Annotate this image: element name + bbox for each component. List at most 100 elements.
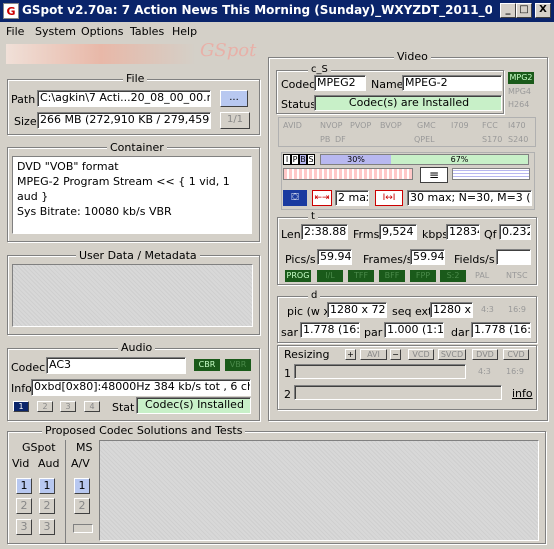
container-info: DVD "VOB" format MPEG-2 Program Stream <…	[12, 156, 252, 234]
pattern-icon: ≡	[420, 167, 448, 183]
resize-row1-field	[294, 364, 466, 379]
proposed-results-box	[99, 440, 539, 541]
gop-length-icon: I↔I	[375, 190, 403, 206]
b-ratio-bar: 30%	[321, 155, 391, 164]
pic-label: pic (w x	[287, 305, 330, 318]
resize-svcd-button[interactable]: SVCD	[438, 349, 466, 360]
menu-options[interactable]: Options	[81, 25, 123, 38]
resize-cvd-button[interactable]: CVD	[503, 349, 529, 360]
size-field: 266 MB (272,910 KB / 279,459,844	[37, 112, 211, 129]
app-icon[interactable]: G	[3, 3, 19, 19]
audio-track-1[interactable]: 1	[13, 401, 29, 412]
frame-pattern-bar	[283, 168, 413, 180]
fields-field	[496, 249, 531, 265]
row1-169-tag: 16:9	[506, 367, 524, 376]
d-legend: d	[308, 290, 321, 301]
tag-i470: I470	[508, 121, 526, 130]
video-codec-field: MPEG2	[314, 75, 366, 91]
path-field[interactable]: C:\agkin\7 Acti...20_08_00_00.mpg	[37, 90, 211, 107]
tff-tag: TFF	[348, 270, 374, 282]
page-indicator[interactable]: 1/1	[220, 112, 250, 129]
audio-track-2[interactable]: 2	[37, 401, 53, 412]
video-status-label: Status	[281, 98, 317, 111]
gspot-vid-1-button[interactable]: 1	[16, 478, 32, 494]
container-legend: Container	[107, 141, 167, 154]
tag-i709: I709	[451, 121, 469, 130]
gspot-aud-1-button[interactable]: 1	[39, 478, 55, 494]
seqext-field: 1280 x 7	[430, 302, 473, 318]
dar-field: 1.778 (16:9)	[471, 322, 531, 338]
resize-avi-button[interactable]: AVI	[360, 349, 387, 360]
menu-tables[interactable]: Tables	[130, 25, 164, 38]
frms-label: Frms	[353, 228, 380, 241]
tag-fcc: FCC	[482, 121, 498, 130]
browse-button[interactable]: ...	[220, 90, 248, 107]
maximize-button[interactable]: □	[516, 3, 532, 18]
audio-info-field: 0xbd[0x80]:48000Hz 384 kb/s tot , 6 chnl…	[31, 379, 251, 396]
tag-s170: S170	[482, 135, 503, 144]
frametype-i: I	[283, 154, 291, 165]
resize-plus-button[interactable]: +	[345, 349, 356, 360]
audio-track-3[interactable]: 3	[60, 401, 76, 412]
gop-field: 30 max; N=30, M=3 (96%	[407, 190, 532, 206]
ntsc-tag: NTSC	[506, 271, 528, 280]
aud-label: Aud	[38, 457, 60, 470]
container-line: MPEG-2 Program Stream << { 1 vid, 1 aud …	[17, 175, 230, 203]
video-codec-label: Codec	[281, 78, 316, 91]
prog-tag: PROG	[285, 270, 311, 282]
pic-field: 1280 x 720	[327, 302, 387, 318]
menu-system[interactable]: System	[35, 25, 76, 38]
video-name-label: Name	[371, 78, 404, 91]
frametype-bar: 30% 67%	[320, 154, 529, 165]
resize-minus-button[interactable]: −	[390, 349, 401, 360]
kbps-label: kbps	[422, 228, 449, 241]
tag-qpel: QPEL	[414, 135, 435, 144]
resize-row2-label: 2	[284, 388, 291, 401]
path-label: Path	[11, 93, 36, 106]
resizing-label: Resizing	[284, 348, 330, 361]
gspot-label: GSpot	[22, 441, 56, 454]
sar-label: sar	[281, 326, 298, 339]
tag-nvop: NVOP	[320, 121, 343, 130]
close-button[interactable]: X	[535, 3, 551, 18]
il-tag: I/L	[317, 270, 343, 282]
proposed-divider	[65, 440, 66, 544]
sar-field: 1.778 (16:9)	[300, 322, 360, 338]
kbps-field: 12834	[446, 224, 480, 240]
gspot-vid-2-button[interactable]: 2	[16, 498, 32, 514]
tag-s240: S240	[508, 135, 529, 144]
gspot-vid-3-button[interactable]: 3	[16, 519, 32, 535]
frms-field: 9,524	[379, 224, 417, 240]
resize-row1-label: 1	[284, 367, 291, 380]
audio-track-4[interactable]: 4	[84, 401, 100, 412]
audio-codec-label: Codec	[11, 361, 46, 374]
audio-codec-field: AC3	[46, 357, 186, 374]
vbr-tag: VBR	[225, 359, 251, 371]
ms-av-1-button[interactable]: 1	[74, 478, 90, 494]
resize-vcd-button[interactable]: VCD	[408, 349, 434, 360]
frames-field: 59.941	[410, 249, 445, 265]
fpp-tag: FPP	[410, 270, 436, 282]
tag-gmc: GMC	[417, 121, 436, 130]
qf-field: 0.232	[499, 224, 531, 240]
gspot-aud-2-button[interactable]: 2	[39, 498, 55, 514]
vid-label: Vid	[12, 457, 30, 470]
menu-file[interactable]: File	[6, 25, 24, 38]
qf-label: Qf	[484, 228, 497, 241]
menu-help[interactable]: Help	[172, 25, 197, 38]
tag-bvop: BVOP	[380, 121, 402, 130]
window-title: GSpot v2.70a: 7 Action News This Morning…	[22, 3, 492, 17]
resize-dvd-button[interactable]: DVD	[472, 349, 498, 360]
info-link[interactable]: info	[512, 387, 533, 400]
ms-label: MS	[76, 441, 93, 454]
row1-43-tag: 4:3	[478, 367, 491, 376]
pics-label: Pics/s	[285, 253, 316, 266]
h264-tag: H264	[508, 100, 530, 109]
minimize-button[interactable]: _	[500, 3, 516, 18]
g-ratio-bar: 67%	[391, 155, 528, 164]
size-label: Size	[14, 115, 37, 128]
ar43-tag: 4:3	[481, 305, 494, 314]
gspot-aud-3-button[interactable]: 3	[39, 519, 55, 535]
video-legend: Video	[394, 50, 431, 63]
ms-av-2-button[interactable]: 2	[74, 498, 90, 514]
